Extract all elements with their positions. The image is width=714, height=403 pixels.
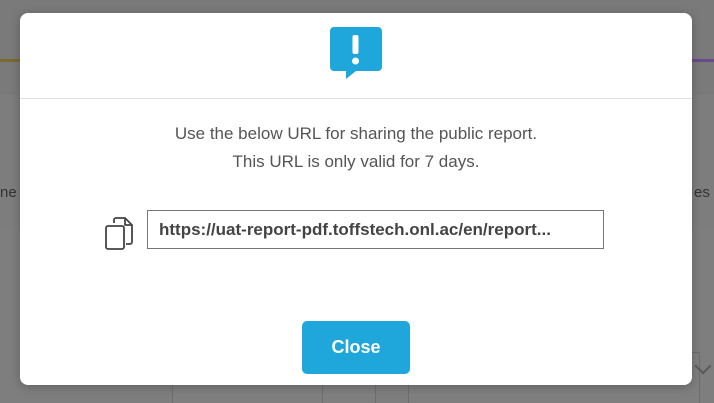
background-divider-left <box>0 59 22 62</box>
background-text-right: es <box>694 184 710 201</box>
close-button[interactable]: Close <box>302 321 410 374</box>
message-line-2: This URL is only valid for 7 days. <box>232 152 480 171</box>
alert-speech-bubble-icon <box>330 27 382 79</box>
message-line-1: Use the below URL for sharing the public… <box>174 124 538 143</box>
modal-header <box>20 13 692 99</box>
share-report-modal: Use the below URL for sharing the public… <box>20 13 692 385</box>
share-url-field[interactable]: https://uat-report-pdf.toffstech.onl.ac/… <box>147 210 604 249</box>
background-text-left: ne <box>0 184 17 201</box>
background-divider-right <box>692 59 714 62</box>
share-message: Use the below URL for sharing the public… <box>20 120 692 176</box>
copy-icon[interactable] <box>104 217 134 251</box>
